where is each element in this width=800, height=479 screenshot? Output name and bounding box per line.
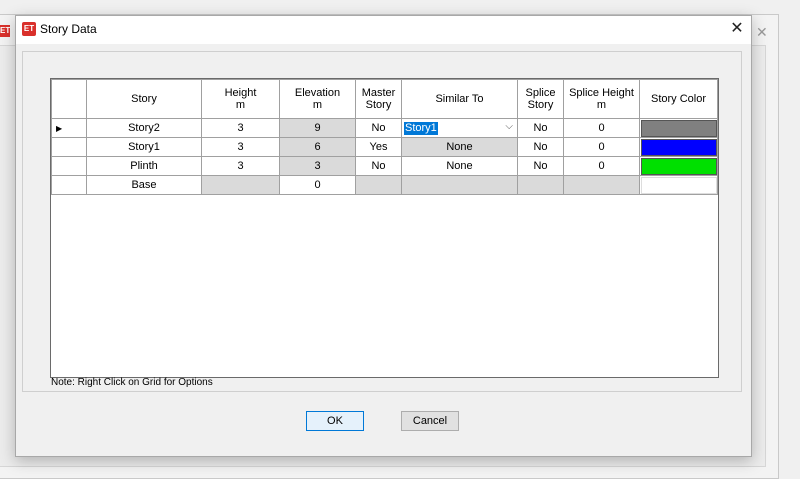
splice-story-cell[interactable]: No bbox=[517, 137, 564, 157]
table-row[interactable]: Story1 3 6 Yes None No 0 bbox=[51, 137, 718, 157]
table-row[interactable]: Base 0 bbox=[51, 175, 718, 195]
splice-height-cell[interactable]: 0 bbox=[563, 118, 640, 138]
master-story-cell bbox=[355, 175, 402, 195]
story-table: Story Height m Elevation m Master Story Sim… bbox=[51, 79, 718, 195]
splice-height-cell[interactable]: 0 bbox=[563, 156, 640, 176]
story-color-cell[interactable] bbox=[639, 137, 718, 157]
splice-story-cell[interactable]: No bbox=[517, 156, 564, 176]
story-color-cell[interactable] bbox=[639, 156, 718, 176]
current-row-indicator-icon[interactable]: ▶ bbox=[51, 118, 87, 138]
background-app-logo-icon: ET bbox=[0, 25, 10, 37]
color-swatch[interactable] bbox=[640, 157, 717, 175]
row-header[interactable] bbox=[51, 156, 87, 176]
master-story-cell[interactable]: No bbox=[355, 156, 402, 176]
background-close-icon[interactable]: ✕ bbox=[756, 24, 768, 41]
table-row[interactable]: Plinth 3 3 No None No 0 bbox=[51, 156, 718, 176]
col-header-story-color[interactable]: Story Color bbox=[639, 79, 718, 119]
cancel-button[interactable]: Cancel bbox=[401, 411, 459, 431]
story-name-cell[interactable]: Story1 bbox=[86, 137, 202, 157]
chevron-down-icon[interactable]: ⌵ bbox=[505, 121, 513, 132]
close-button[interactable]: ✕ bbox=[728, 20, 746, 38]
splice-height-cell[interactable]: 0 bbox=[563, 137, 640, 157]
row-header[interactable] bbox=[51, 175, 87, 195]
story-name-cell[interactable]: Story2 bbox=[86, 118, 202, 138]
height-cell[interactable]: 3 bbox=[201, 156, 280, 176]
master-story-cell[interactable]: Yes bbox=[355, 137, 402, 157]
similar-to-cell bbox=[401, 175, 518, 195]
col-header-height[interactable]: Height m bbox=[201, 79, 280, 119]
height-cell bbox=[201, 175, 280, 195]
similar-to-dropdown[interactable]: Story1 ⌵ bbox=[401, 118, 518, 138]
story-color-cell[interactable] bbox=[639, 118, 718, 138]
col-header-similar-to[interactable]: Similar To bbox=[401, 79, 518, 119]
similar-to-cell[interactable]: None bbox=[401, 156, 518, 176]
color-swatch[interactable] bbox=[640, 119, 717, 137]
story-grid[interactable]: Story Height m Elevation m Master Story Sim… bbox=[50, 78, 719, 378]
elevation-cell: 6 bbox=[279, 137, 356, 157]
color-swatch[interactable] bbox=[640, 176, 717, 194]
header-row: Story Height m Elevation m Master Story Sim… bbox=[51, 79, 718, 119]
col-header-splice-story[interactable]: Splice Story bbox=[517, 79, 564, 119]
splice-story-cell[interactable]: No bbox=[517, 118, 564, 138]
elevation-cell[interactable]: 0 bbox=[279, 175, 356, 195]
height-cell[interactable]: 3 bbox=[201, 137, 280, 157]
window-title: Story Data bbox=[40, 22, 97, 36]
elevation-cell: 3 bbox=[279, 156, 356, 176]
col-header-splice-height[interactable]: Splice Height m bbox=[563, 79, 640, 119]
table-row[interactable]: ▶ Story2 3 9 No Story1 ⌵ No 0 bbox=[51, 118, 718, 138]
grid-note: Note: Right Click on Grid for Options bbox=[51, 377, 213, 388]
height-cell[interactable]: 3 bbox=[201, 118, 280, 138]
title-bar: ET Story Data ✕ bbox=[16, 16, 751, 44]
similar-to-cell: None bbox=[401, 137, 518, 157]
master-story-cell[interactable]: No bbox=[355, 118, 402, 138]
elevation-cell: 9 bbox=[279, 118, 356, 138]
col-header-master-story[interactable]: Master Story bbox=[355, 79, 402, 119]
col-header-elevation[interactable]: Elevation m bbox=[279, 79, 356, 119]
splice-height-cell bbox=[563, 175, 640, 195]
story-name-cell[interactable]: Plinth bbox=[86, 156, 202, 176]
row-header-corner[interactable] bbox=[51, 79, 87, 119]
story-name-cell[interactable]: Base bbox=[86, 175, 202, 195]
row-header[interactable] bbox=[51, 137, 87, 157]
ok-button[interactable]: OK bbox=[306, 411, 364, 431]
similar-to-selected-value: Story1 bbox=[404, 121, 438, 135]
app-logo-icon: ET bbox=[22, 22, 36, 36]
color-swatch[interactable] bbox=[640, 138, 717, 156]
col-header-story[interactable]: Story bbox=[86, 79, 202, 119]
story-color-cell[interactable] bbox=[639, 175, 718, 195]
splice-story-cell bbox=[517, 175, 564, 195]
